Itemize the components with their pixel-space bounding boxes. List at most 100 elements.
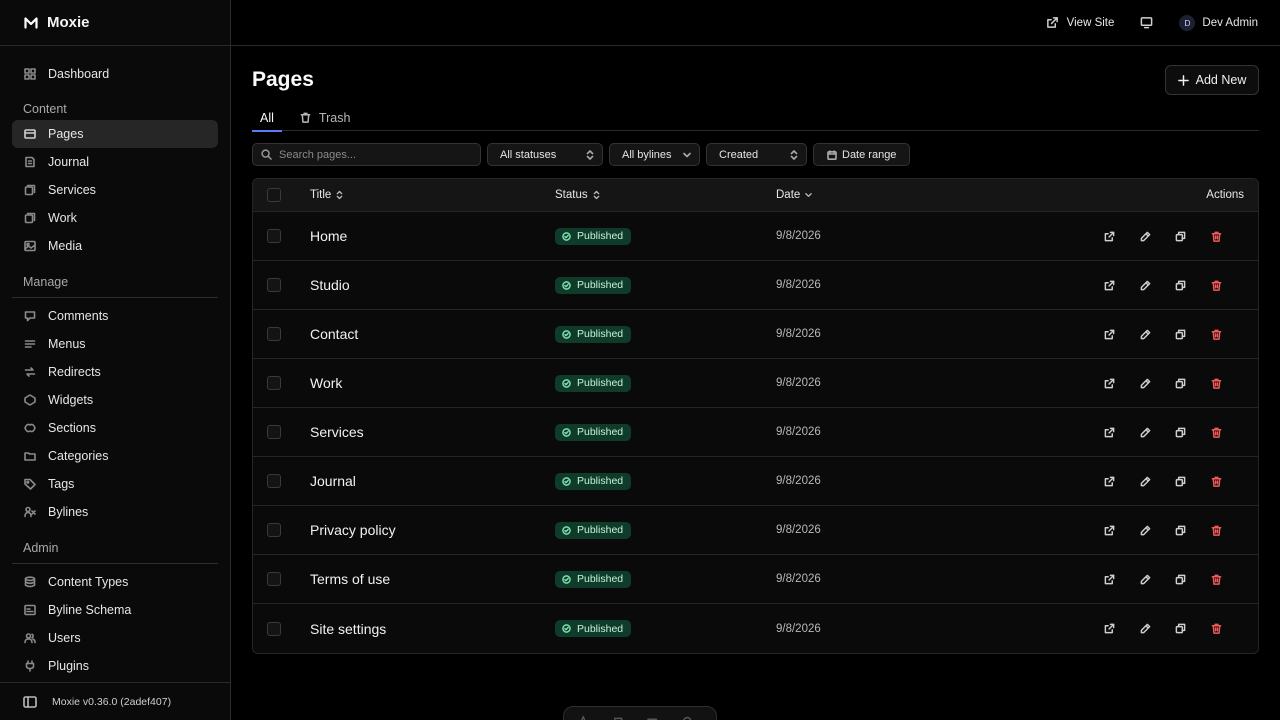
page-title-cell[interactable]: Privacy policy (310, 522, 555, 538)
table-row[interactable]: Services Published 9/8/2026 (253, 408, 1258, 457)
duplicate-page-button[interactable] (1163, 520, 1199, 540)
sidebar-item-tags[interactable]: Tags (12, 470, 218, 498)
sidebar-item-work[interactable]: Work (12, 204, 218, 232)
table-row[interactable]: Terms of use Published 9/8/2026 (253, 555, 1258, 604)
view-page-button[interactable] (1092, 324, 1128, 344)
delete-page-button[interactable] (1199, 226, 1235, 246)
date-range-button[interactable]: Date range (813, 143, 910, 166)
delete-page-button[interactable] (1199, 569, 1235, 589)
page-title-cell[interactable]: Home (310, 228, 555, 244)
title-column-header[interactable]: Title (310, 189, 555, 201)
sidebar-item-comments[interactable]: Comments (12, 302, 218, 330)
sort-select[interactable]: Created (706, 143, 807, 166)
view-page-button[interactable] (1092, 569, 1128, 589)
edit-page-button[interactable] (1128, 226, 1164, 246)
duplicate-page-button[interactable] (1163, 226, 1199, 246)
toolbar-tool-icon[interactable] (613, 715, 624, 720)
duplicate-page-button[interactable] (1163, 373, 1199, 393)
sidebar-item-pages[interactable]: Pages (12, 120, 218, 148)
duplicate-page-button[interactable] (1163, 422, 1199, 442)
sidebar-item-content-types[interactable]: Content Types (12, 568, 218, 596)
add-new-button[interactable]: Add New (1165, 65, 1259, 95)
sidebar-item-sections[interactable]: Sections (12, 414, 218, 442)
edit-page-button[interactable] (1128, 422, 1164, 442)
table-row[interactable]: Contact Published 9/8/2026 (253, 310, 1258, 359)
table-row[interactable]: Privacy policy Published 9/8/2026 (253, 506, 1258, 555)
status-filter-select[interactable]: All statuses (487, 143, 603, 166)
sidebar-item-plugins[interactable]: Plugins (12, 652, 218, 680)
select-all-checkbox[interactable] (267, 188, 281, 202)
table-row[interactable]: Home Published 9/8/2026 (253, 212, 1258, 261)
page-title-cell[interactable]: Services (310, 424, 555, 440)
delete-page-button[interactable] (1199, 619, 1235, 639)
preview-button[interactable] (1140, 16, 1153, 29)
delete-page-button[interactable] (1199, 471, 1235, 491)
page-title-cell[interactable]: Contact (310, 326, 555, 342)
view-page-button[interactable] (1092, 520, 1128, 540)
view-page-button[interactable] (1092, 373, 1128, 393)
duplicate-page-button[interactable] (1163, 275, 1199, 295)
view-page-button[interactable] (1092, 619, 1128, 639)
edit-page-button[interactable] (1128, 324, 1164, 344)
duplicate-page-button[interactable] (1163, 324, 1199, 344)
row-checkbox[interactable] (267, 523, 281, 537)
user-menu[interactable]: D Dev Admin (1179, 14, 1258, 31)
page-title-cell[interactable]: Studio (310, 277, 555, 293)
delete-page-button[interactable] (1199, 373, 1235, 393)
view-page-button[interactable] (1092, 471, 1128, 491)
sidebar-item-journal[interactable]: Journal (12, 148, 218, 176)
page-title-cell[interactable]: Terms of use (310, 571, 555, 587)
brand[interactable]: Moxie (0, 0, 230, 46)
row-checkbox[interactable] (267, 474, 281, 488)
toolbar-tool-icon[interactable] (647, 715, 658, 720)
sidebar-item-media[interactable]: Media (12, 232, 218, 260)
sidebar-toggle-icon[interactable] (23, 695, 37, 708)
sidebar-item-bylines[interactable]: Bylines (12, 498, 218, 526)
table-row[interactable]: Site settings Published 9/8/2026 (253, 604, 1258, 653)
status-column-header[interactable]: Status (555, 189, 776, 201)
delete-page-button[interactable] (1199, 520, 1235, 540)
row-checkbox[interactable] (267, 278, 281, 292)
table-row[interactable]: Journal Published 9/8/2026 (253, 457, 1258, 506)
edit-page-button[interactable] (1128, 373, 1164, 393)
row-checkbox[interactable] (267, 229, 281, 243)
date-column-header[interactable]: Date (776, 189, 1076, 201)
search-input[interactable] (279, 148, 469, 161)
byline-filter-select[interactable]: All bylines (609, 143, 700, 166)
toolbar-settings-icon[interactable] (682, 715, 693, 720)
sidebar-item-byline-schema[interactable]: Byline Schema (12, 596, 218, 624)
delete-page-button[interactable] (1199, 275, 1235, 295)
view-page-button[interactable] (1092, 226, 1128, 246)
view-page-button[interactable] (1092, 275, 1128, 295)
sidebar-item-categories[interactable]: Categories (12, 442, 218, 470)
duplicate-page-button[interactable] (1163, 471, 1199, 491)
sidebar-item-services[interactable]: Services (12, 176, 218, 204)
edit-page-button[interactable] (1128, 471, 1164, 491)
edit-page-button[interactable] (1128, 619, 1164, 639)
sidebar-item-widgets[interactable]: Widgets (12, 386, 218, 414)
toolbar-tool-icon[interactable] (578, 715, 589, 720)
page-title-cell[interactable]: Journal (310, 473, 555, 489)
delete-page-button[interactable] (1199, 324, 1235, 344)
tab-trash[interactable]: Trash (292, 104, 359, 131)
page-title-cell[interactable]: Site settings (310, 621, 555, 637)
view-page-button[interactable] (1092, 422, 1128, 442)
row-checkbox[interactable] (267, 572, 281, 586)
row-checkbox[interactable] (267, 376, 281, 390)
table-row[interactable]: Work Published 9/8/2026 (253, 359, 1258, 408)
view-site-link[interactable]: View Site (1046, 16, 1114, 29)
tab-all[interactable]: All (252, 104, 282, 132)
page-title-cell[interactable]: Work (310, 375, 555, 391)
edit-page-button[interactable] (1128, 520, 1164, 540)
sidebar-item-dashboard[interactable]: Dashboard (12, 60, 218, 88)
delete-page-button[interactable] (1199, 422, 1235, 442)
duplicate-page-button[interactable] (1163, 569, 1199, 589)
sidebar-item-users[interactable]: Users (12, 624, 218, 652)
table-row[interactable]: Studio Published 9/8/2026 (253, 261, 1258, 310)
edit-page-button[interactable] (1128, 275, 1164, 295)
row-checkbox[interactable] (267, 621, 281, 636)
sidebar-item-menus[interactable]: Menus (12, 330, 218, 358)
sidebar-item-redirects[interactable]: Redirects (12, 358, 218, 386)
duplicate-page-button[interactable] (1163, 619, 1199, 639)
row-checkbox[interactable] (267, 327, 281, 341)
